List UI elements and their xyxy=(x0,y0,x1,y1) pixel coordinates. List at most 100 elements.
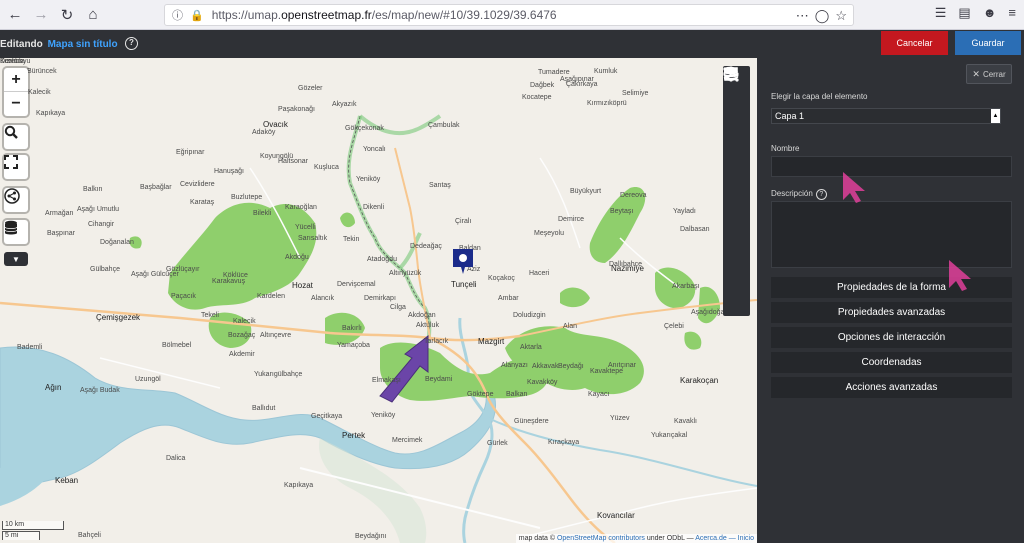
zoom-out-button[interactable]: − xyxy=(4,92,28,116)
place-label: Haceri xyxy=(529,270,550,277)
scale-km: 10 km xyxy=(2,521,64,530)
url-text: https://umap.openstreetmap.fr/es/map/new… xyxy=(211,8,557,22)
place-label: Karakoçan xyxy=(680,376,719,385)
home-link[interactable]: — Inicio xyxy=(727,535,754,542)
place-label: Anıtçınar xyxy=(608,362,637,369)
place-label: Kıraçkaya xyxy=(548,439,580,446)
draw-line-button[interactable] xyxy=(723,67,750,122)
close-panel-button[interactable]: ✕ Cerrar xyxy=(966,64,1012,84)
share-button[interactable] xyxy=(4,188,28,212)
place-label: Bilekli xyxy=(253,210,272,217)
bookmark-star-icon[interactable]: ☆ xyxy=(835,8,847,24)
place-label: Dallıbahçe xyxy=(609,261,643,268)
app-header: Editando Mapa sin título ? Cancelar Guar… xyxy=(0,30,1024,58)
place-label: Kırmızıköprü xyxy=(587,100,627,107)
center-zoom-button[interactable] xyxy=(723,67,750,281)
place-label: Başpınar xyxy=(47,230,76,237)
menu-icon[interactable]: ≡ xyxy=(1008,5,1016,21)
place-label: Dedeağaç xyxy=(410,243,442,250)
pocket-icon[interactable]: ◯ xyxy=(815,8,830,24)
place-label: Kuşluca xyxy=(314,164,339,171)
place-label: Doludizgin xyxy=(513,312,546,319)
place-label: Pertek xyxy=(342,431,366,440)
place-label: Bölmebel xyxy=(162,342,192,349)
osm-link[interactable]: OpenStreetMap contributors xyxy=(557,535,645,542)
place-label: Çemişgezek xyxy=(96,313,141,322)
lock-icon[interactable]: 🔒 xyxy=(190,9,204,22)
zoom-in-button[interactable]: + xyxy=(4,68,28,92)
help-icon[interactable]: ? xyxy=(815,189,827,200)
search-icon xyxy=(4,125,18,139)
info-icon[interactable]: ⓘ xyxy=(172,7,183,23)
place-label: Ballıdut xyxy=(252,405,276,412)
place-label: Alanyazı xyxy=(501,362,528,369)
place-label: Kavaklı xyxy=(674,418,697,425)
place-label: Yoncalı xyxy=(363,146,386,153)
place-label: Akdoğan xyxy=(408,312,436,319)
map-name-link[interactable]: Mapa sin título xyxy=(48,39,118,50)
place-label: Eğripınar xyxy=(176,149,205,156)
place-label: Alan xyxy=(563,323,578,330)
draw-polygon-button[interactable] xyxy=(723,67,750,148)
place-label: Ambar xyxy=(498,295,519,302)
place-label: Kayacı xyxy=(588,391,610,398)
edit-toolbar xyxy=(723,66,750,316)
address-bar[interactable]: ⓘ 🔒 https://umap.openstreetmap.fr/es/map… xyxy=(164,4,854,26)
fullscreen-button[interactable] xyxy=(4,155,28,179)
sidebar-icon[interactable]: ▤ xyxy=(958,5,970,21)
place-label: Yamaçoba xyxy=(337,342,370,349)
expand-toggle[interactable]: ▼ xyxy=(4,252,28,266)
permissions-button[interactable] xyxy=(723,69,750,307)
forward-icon[interactable]: → xyxy=(30,4,52,26)
place-label: Uzungöl xyxy=(135,376,161,383)
place-label: Tekeli xyxy=(201,312,219,319)
account-icon[interactable]: ☻ xyxy=(983,5,997,21)
pink-cursor-icon xyxy=(949,260,971,291)
place-label: Bürüncek xyxy=(27,68,57,75)
save-button[interactable]: Guardar xyxy=(955,31,1021,55)
place-label: Akdoğu xyxy=(285,254,309,261)
place-label: Kozluca xyxy=(0,58,25,65)
place-label: Bahçeli xyxy=(78,532,101,539)
map-marker[interactable] xyxy=(451,247,475,275)
layers-button[interactable] xyxy=(4,220,28,244)
tilelayer-button[interactable] xyxy=(723,68,750,228)
more-icon[interactable]: ⋯ xyxy=(796,8,809,24)
name-field[interactable] xyxy=(771,156,1012,177)
layer-select[interactable]: Capa 1 ▲ xyxy=(771,108,1001,124)
place-label: Dereova xyxy=(620,192,647,199)
section-coordinates[interactable]: Coordenadas xyxy=(771,352,1012,373)
place-label: Aktarla xyxy=(520,344,542,351)
library-icon[interactable]: ☰ xyxy=(935,5,947,21)
map-settings-button[interactable] xyxy=(723,66,750,201)
import-button[interactable] xyxy=(723,67,750,175)
key-icon xyxy=(723,69,739,79)
place-label: Çambulak xyxy=(428,122,460,129)
place-label: Ağın xyxy=(45,383,62,392)
section-interaction-options[interactable]: Opciones de interacción xyxy=(771,327,1012,348)
back-icon[interactable]: ← xyxy=(4,4,26,26)
home-icon[interactable]: ⌂ xyxy=(82,4,104,26)
help-icon[interactable]: ? xyxy=(125,37,138,50)
place-label: Adaköy xyxy=(252,129,276,136)
place-label: Geçitkaya xyxy=(311,413,343,420)
place-label: Karaoğlan xyxy=(285,204,317,211)
place-label: Doğanalan xyxy=(100,239,134,246)
place-label: Tunçeli xyxy=(451,280,477,289)
map-attribution: map data © OpenStreetMap contributors un… xyxy=(515,534,757,543)
cancel-button[interactable]: Cancelar xyxy=(881,31,948,55)
reload-icon[interactable]: ↻ xyxy=(56,4,78,26)
place-label: Koçakoç xyxy=(488,275,515,282)
search-button[interactable] xyxy=(4,125,28,149)
section-advanced-properties[interactable]: Propiedades avanzadas xyxy=(771,302,1012,323)
chevron-down-icon: ▼ xyxy=(12,254,20,264)
place-label: Aktuluk xyxy=(416,322,439,329)
section-advanced-actions[interactable]: Acciones avanzadas xyxy=(771,377,1012,398)
place-label: Beydami xyxy=(425,376,453,383)
manage-datalayers-button[interactable] xyxy=(723,66,750,254)
about-link[interactable]: Acerca.de xyxy=(695,535,727,542)
place-label: Başbağlar xyxy=(140,184,172,191)
place-label: Yücelli xyxy=(295,224,316,231)
place-label: Mazgirt xyxy=(478,337,505,346)
map-canvas[interactable]: Bürüncek Kalecik Kapıkaya Gözeler Akyazık Paş… xyxy=(0,58,757,543)
